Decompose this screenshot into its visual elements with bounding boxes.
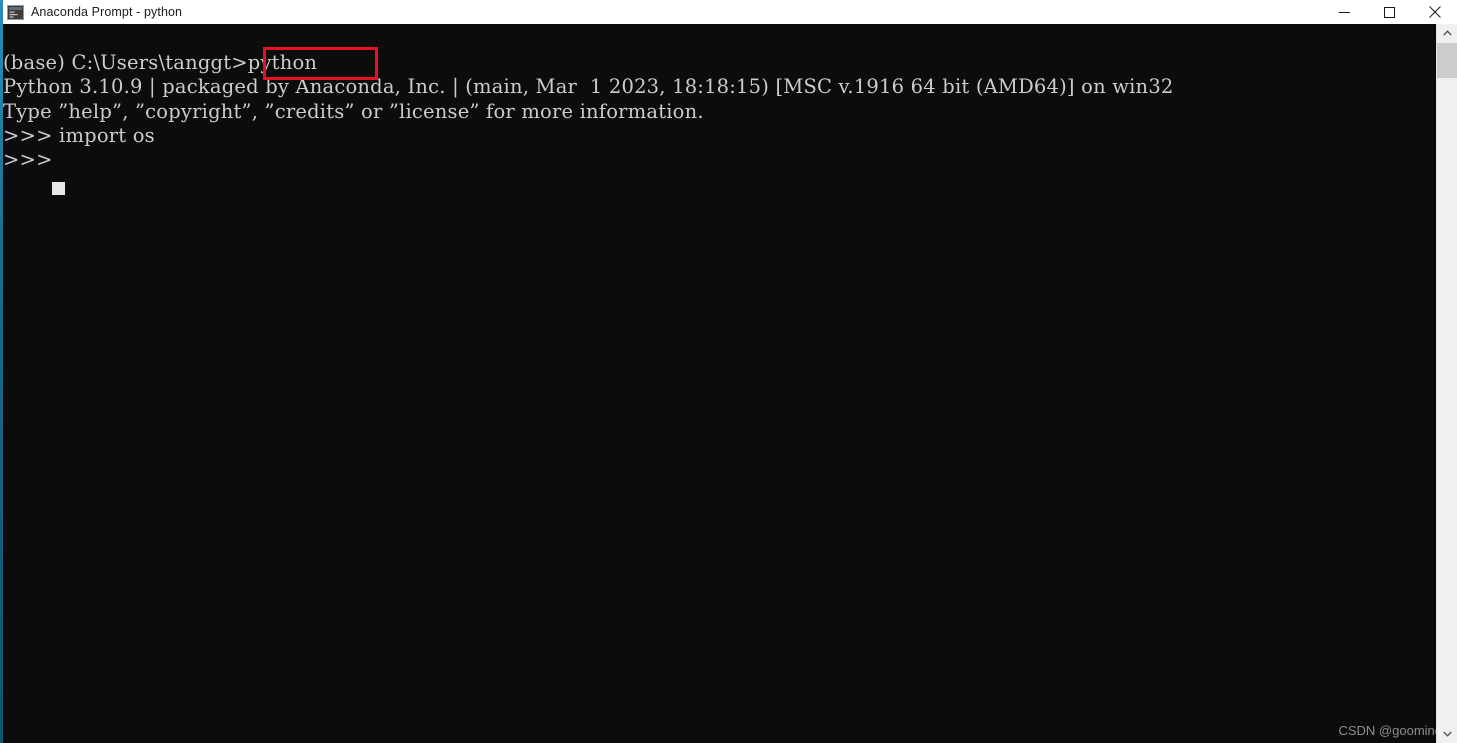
csdn-watermark: CSDN @goomind bbox=[1338, 723, 1442, 738]
titlebar-left-group: Anaconda Prompt - python bbox=[0, 0, 1322, 24]
window-accent-border bbox=[0, 0, 3, 743]
terminal-line-import-os: >>> import os bbox=[3, 123, 155, 147]
chevron-down-icon[interactable] bbox=[1437, 725, 1457, 743]
minimize-button[interactable] bbox=[1322, 0, 1367, 24]
terminal-line-help: Type ”help”, ”copyright”, ”credits” or ”… bbox=[3, 99, 704, 123]
console-icon bbox=[7, 4, 24, 20]
window-controls bbox=[1322, 0, 1457, 24]
highlight-annotation-python-command bbox=[263, 47, 378, 80]
block-cursor bbox=[52, 182, 65, 195]
vertical-scrollbar[interactable] bbox=[1436, 24, 1457, 743]
terminal-line-version: Python 3.10.9 | packaged by Anaconda, In… bbox=[3, 75, 1174, 99]
chevron-up-icon[interactable] bbox=[1437, 24, 1457, 42]
window-title: Anaconda Prompt - python bbox=[31, 5, 183, 19]
close-button[interactable] bbox=[1412, 0, 1457, 24]
maximize-button[interactable] bbox=[1367, 0, 1412, 24]
scrollbar-thumb[interactable] bbox=[1437, 43, 1457, 78]
window-titlebar[interactable]: Anaconda Prompt - python bbox=[0, 0, 1457, 24]
terminal-output-area[interactable]: (base) C:\Users\tanggt>python Python 3.1… bbox=[3, 24, 1436, 743]
terminal-line-last-prompt: >>> bbox=[3, 148, 60, 172]
anaconda-prompt-window: Anaconda Prompt - python (base) C:\Users… bbox=[0, 0, 1457, 743]
